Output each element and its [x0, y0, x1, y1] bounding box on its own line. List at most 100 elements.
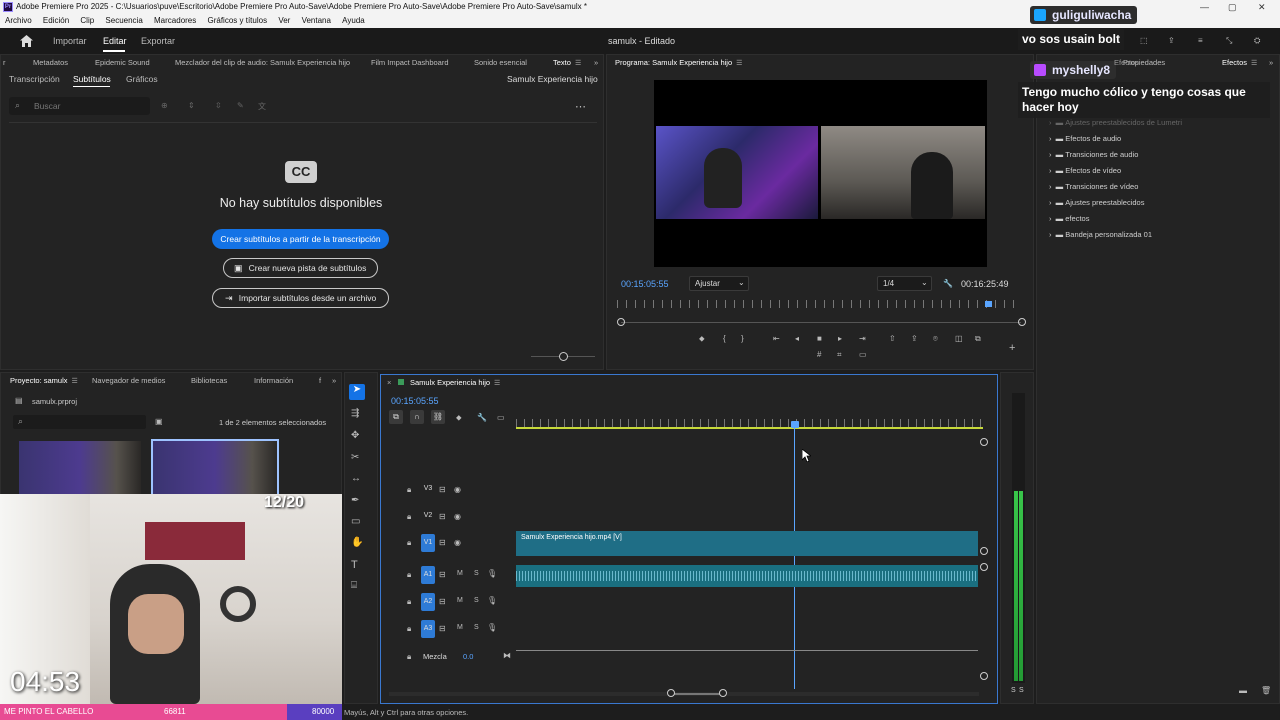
- scroll-handle-left[interactable]: [617, 318, 625, 326]
- video-clip[interactable]: Samulx Experiencia hijo.mp4 [V]: [516, 531, 978, 556]
- menu-ventana[interactable]: Ventana: [302, 16, 331, 25]
- more-tabs-icon[interactable]: »: [594, 55, 598, 71]
- wrench-icon[interactable]: 🔧: [943, 279, 953, 288]
- track-label-v2[interactable]: V2: [421, 512, 435, 519]
- sync-lock-icon[interactable]: ⊟: [439, 538, 446, 547]
- project-search-input[interactable]: ⌕: [13, 415, 146, 429]
- scroll-handle-right[interactable]: [1018, 318, 1026, 326]
- hscroll-handle-right[interactable]: [719, 689, 727, 697]
- sync-lock-icon[interactable]: ⊟: [439, 570, 446, 579]
- pen-icon[interactable]: ✒: [351, 495, 359, 506]
- subtab-subtitulos[interactable]: Subtítulos: [73, 71, 111, 87]
- effects-folder[interactable]: › ▬ Ajustes preestablecidos de Lumetri: [1049, 118, 1182, 127]
- add-caption-icon[interactable]: ⊕: [161, 101, 168, 110]
- type-icon[interactable]: T: [351, 559, 358, 571]
- track-label-a3[interactable]: A3: [421, 620, 435, 638]
- vertical-scroll-handle[interactable]: [980, 438, 988, 446]
- project-thumbnail[interactable]: [19, 441, 141, 499]
- home-icon[interactable]: [20, 35, 33, 47]
- program-playhead[interactable]: [985, 301, 992, 307]
- search-box[interactable]: ⌕ Buscar: [9, 97, 150, 115]
- track-label-v3[interactable]: V3: [421, 485, 435, 492]
- mute-button[interactable]: M: [457, 570, 463, 577]
- sync-lock-icon[interactable]: ⊟: [439, 597, 446, 606]
- menu-edicion[interactable]: Edición: [43, 16, 69, 25]
- work-area-bar[interactable]: [516, 427, 983, 429]
- menu-clip[interactable]: Clip: [80, 16, 94, 25]
- menu-ayuda[interactable]: Ayuda: [342, 16, 365, 25]
- eye-icon[interactable]: ◉: [454, 512, 461, 521]
- lock-icon[interactable]: 🔒︎: [407, 512, 411, 522]
- caption-tool-icon[interactable]: ⌸: [351, 580, 357, 591]
- linked-selection-icon[interactable]: ⛓: [431, 410, 445, 424]
- more-options-icon[interactable]: ⋯: [575, 100, 586, 113]
- playhead-handle[interactable]: [791, 421, 799, 428]
- selection-tool-icon[interactable]: ➤: [349, 384, 365, 400]
- program-menu-icon[interactable]: ☰: [736, 56, 742, 72]
- subtab-graficos[interactable]: Gráficos: [126, 71, 158, 87]
- effects-folder[interactable]: › ▬ efectos: [1049, 214, 1089, 223]
- workspace-importar[interactable]: Importar: [53, 28, 87, 54]
- effects-folder[interactable]: › ▬ Efectos de vídeo: [1049, 166, 1121, 175]
- camera-icon[interactable]: ⌾: [933, 334, 938, 344]
- settings-icon[interactable]: ⛭: [1254, 36, 1260, 46]
- tab-bibliotecas[interactable]: Bibliotecas: [191, 373, 227, 389]
- tab-mezclador[interactable]: Mezclador del clip de audio: Samulx Expe…: [175, 55, 350, 71]
- go-to-out-icon[interactable]: ⇥: [859, 334, 866, 343]
- eye-icon[interactable]: ◉: [454, 538, 461, 547]
- mark-in-icon[interactable]: {: [723, 334, 726, 343]
- import-captions-button[interactable]: ⇥ Importar subtítulos desde un archivo: [212, 288, 389, 308]
- lock-icon[interactable]: 🔒︎: [407, 652, 411, 662]
- menu-ver[interactable]: Ver: [278, 16, 290, 25]
- captions-toggle-icon[interactable]: ▭: [497, 413, 505, 422]
- track-label-v1[interactable]: V1: [421, 534, 435, 552]
- lock-icon[interactable]: 🔒︎: [407, 485, 411, 495]
- menu-secuencia[interactable]: Secuencia: [105, 16, 142, 25]
- effects-folder[interactable]: › ▬ Transiciones de audio: [1049, 150, 1138, 159]
- lock-icon[interactable]: 🔒︎: [407, 538, 411, 548]
- solo-right-button[interactable]: S: [1019, 687, 1024, 694]
- lift-icon[interactable]: ⇧: [889, 334, 896, 343]
- timeline-tab[interactable]: Samulx Experiencia hijo ☰: [410, 375, 500, 392]
- tab-texto[interactable]: Texto ☰: [553, 55, 581, 72]
- new-bin-icon[interactable]: ▬: [1239, 686, 1247, 695]
- tab-proyecto[interactable]: Proyecto: samulx ☰: [10, 373, 78, 390]
- slip-icon[interactable]: ↔: [351, 473, 361, 484]
- menu-graficos[interactable]: Gráficos y títulos: [208, 16, 268, 25]
- track-label-a2[interactable]: A2: [421, 593, 435, 611]
- mix-expand-icon[interactable]: ⧓: [503, 651, 511, 660]
- sync-lock-icon[interactable]: ⊟: [439, 485, 446, 494]
- multicam-icon[interactable]: ⧉: [975, 334, 981, 344]
- extract-icon[interactable]: ⇪: [911, 334, 918, 343]
- settings-wrench-icon[interactable]: 🔧: [477, 413, 487, 422]
- new-caption-track-button[interactable]: ▣ Crear nueva pista de subtítulos: [223, 258, 378, 278]
- nest-icon[interactable]: ⧉: [389, 410, 403, 424]
- track-select-icon[interactable]: ⇶: [351, 408, 359, 419]
- solo-left-button[interactable]: S: [1011, 687, 1016, 694]
- compare-icon[interactable]: ◫: [955, 334, 963, 343]
- program-ruler[interactable]: [617, 300, 1022, 308]
- mix-value[interactable]: 0.0: [463, 652, 473, 661]
- collapse-icon[interactable]: ⤡: [1226, 36, 1232, 46]
- lock-icon[interactable]: 🔒︎: [407, 570, 411, 580]
- menu-icon[interactable]: ≡: [1198, 36, 1203, 45]
- resolution-dropdown[interactable]: 1/4 ⌄: [877, 276, 932, 291]
- tab-navegador[interactable]: Navegador de medios: [92, 373, 165, 389]
- share-icon[interactable]: ⇪: [1168, 36, 1175, 45]
- marker-icon[interactable]: ⬥: [699, 334, 705, 344]
- ripple-edit-icon[interactable]: ✥: [351, 430, 359, 441]
- add-marker-icon[interactable]: ⬥: [456, 413, 462, 423]
- more-panels-icon[interactable]: »: [1269, 55, 1273, 71]
- timeline-menu-icon[interactable]: ☰: [494, 376, 500, 392]
- go-to-in-icon[interactable]: ⇤: [773, 334, 780, 343]
- program-scrollbar[interactable]: [621, 322, 1021, 323]
- tab-informacion[interactable]: Información: [254, 373, 293, 389]
- minimize-icon[interactable]: —: [1200, 0, 1209, 14]
- microphone-icon[interactable]: 🎙︎: [487, 623, 497, 632]
- snap-icon[interactable]: ∩: [410, 410, 424, 424]
- trash-icon[interactable]: 🗑: [1261, 686, 1271, 695]
- maximize-icon[interactable]: ▢: [1228, 0, 1237, 14]
- close-icon[interactable]: ✕: [1258, 0, 1266, 14]
- menu-archivo[interactable]: Archivo: [5, 16, 32, 25]
- zoom-slider-handle[interactable]: [559, 352, 568, 361]
